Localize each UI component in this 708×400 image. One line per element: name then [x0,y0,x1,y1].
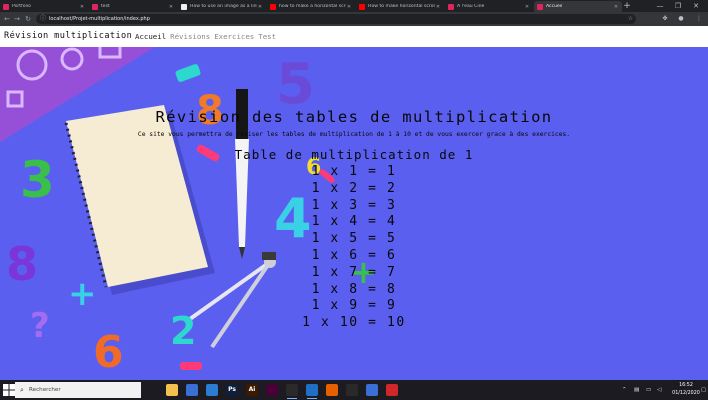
table-row: 1 x 9 = 9 [311,298,397,314]
nav-link-accueil[interactable]: Accueil [135,26,166,47]
photoshop-label: Ps [228,386,236,393]
nav-link-exercices[interactable]: Exercices [214,26,254,47]
forward-icon[interactable]: → [12,14,22,24]
bookmark-star-icon[interactable]: ☆ [628,14,633,24]
nav-link-test[interactable]: Test [258,26,276,47]
tab-close-icon[interactable]: ✕ [613,4,619,10]
tab-close-icon[interactable]: ✕ [435,4,441,10]
browser-menu-icon[interactable]: ⋮ [694,14,704,24]
browser-tab[interactable]: test ✕ [89,1,177,12]
back-icon[interactable]: ← [2,14,12,24]
file-explorer-icon[interactable] [166,384,178,396]
profile-icon[interactable]: ● [676,14,686,24]
site-nav: Accueil Révisions Exercices Test [135,26,276,47]
table-title: Table de multiplication de 1 [234,147,474,162]
tab-favicon [181,3,187,10]
table-row: 1 x 5 = 5 [311,231,397,247]
tab-title: How to make horizontal scroll in... [368,4,435,9]
browser-tab[interactable]: How to make horizontal scroll in... ✕ [356,1,444,12]
browser-tab[interactable]: how to make a horizontal scroll in... ✕ [267,1,355,12]
minimize-icon[interactable]: — [652,0,668,12]
photos-icon[interactable] [366,384,378,396]
site-header: Révision multiplication Accueil Révision… [0,26,708,47]
search-placeholder: Rechercher [29,387,61,393]
table-row: 1 x 3 = 3 [311,197,397,213]
table-row: 1 x 2 = 2 [311,180,397,196]
microsoft-store-icon[interactable] [186,384,198,396]
tab-favicon [448,3,454,10]
tab-favicon [270,3,276,10]
browser-tab[interactable]: How to use an image as a link in... ✕ [178,1,266,12]
illustrator-icon[interactable]: Ai [246,384,258,396]
table-row: 1 x 7 = 7 [311,264,397,280]
tab-title: test [101,4,110,9]
tab-favicon [359,3,365,10]
tab-title: How to use an image as a link in... [190,4,257,9]
windows-start-icon[interactable] [3,384,15,396]
main-content: Révision des tables de multiplication Ce… [0,47,708,380]
tab-close-icon[interactable]: ✕ [524,4,530,10]
tray-chevron-icon[interactable]: ⌃ [622,384,627,396]
browser-toolbar: ← → ↻ ⓘ localhost/Projet-multiplication/… [0,12,708,26]
close-window-icon[interactable]: ✕ [688,0,704,12]
tab-close-icon[interactable]: ✕ [346,4,352,10]
reload-icon[interactable]: ↻ [23,14,33,24]
tab-close-icon[interactable]: ✕ [257,4,263,10]
clock-time: 16:52 [679,383,693,388]
page-intro: Ce site vous permettra de réviser les ta… [137,131,571,138]
tab-title: Portfolio [12,4,31,9]
multiplication-table: 1 x 1 = 1 1 x 2 = 2 1 x 3 = 3 1 x 4 = 4 … [0,164,708,332]
windows-taskbar: ⌕ Rechercher Ps Ai ⌃ ▤ ▭ ◁ 16:52 01/12/2… [0,380,708,400]
browser-tab[interactable]: A l'eau Ciné ✕ [445,1,533,12]
battery-icon[interactable]: ▭ [646,384,651,396]
search-icon: ⌕ [20,386,24,394]
app-icon[interactable] [386,384,398,396]
illustrator-label: Ai [248,386,256,393]
address-url: localhost/Projet-multiplication/index.ph… [49,16,150,22]
page-title: Révision des tables de multiplication [155,108,553,126]
browser-tab[interactable]: Accueil ✕ [534,1,622,12]
browser-tab[interactable]: Portfolio ✕ [0,1,88,12]
taskbar-clock[interactable]: 16:52 01/12/2020 [672,382,700,398]
tab-favicon [3,3,9,10]
network-icon[interactable]: ▤ [634,384,639,396]
media-player-icon[interactable] [346,384,358,396]
page-content: 5 8 3 8 ? 6 2 4 6 + + Révision des table… [0,47,708,380]
tab-close-icon[interactable]: ✕ [79,4,85,10]
maximize-icon[interactable]: ❐ [670,0,686,12]
tab-favicon [92,3,98,10]
volume-icon[interactable]: ◁ [657,384,661,396]
photoshop-icon[interactable]: Ps [226,384,238,396]
clock-date: 01/12/2020 [672,391,700,396]
taskbar-search-input[interactable]: ⌕ Rechercher [15,382,141,398]
table-row: 1 x 8 = 8 [311,281,397,297]
tab-title: how to make a horizontal scroll in... [279,4,346,9]
table-row: 1 x 1 = 1 [311,164,397,179]
tab-close-icon[interactable]: ✕ [168,4,174,10]
browser-tab-strip: Portfolio ✕ test ✕ How to use an image a… [0,0,708,12]
tab-title: A l'eau Ciné [457,4,485,9]
tab-favicon [537,3,543,10]
address-bar[interactable]: ⓘ localhost/Projet-multiplication/index.… [36,14,636,24]
vscode-icon[interactable] [306,384,318,399]
tab-title: Accueil [546,4,563,9]
new-tab-icon[interactable]: + [622,0,632,12]
task-view-icon[interactable] [146,384,158,396]
table-row: 1 x 6 = 6 [311,247,397,263]
table-row: 1 x 10 = 10 [302,315,406,331]
chrome-icon[interactable] [286,384,298,399]
extensions-icon[interactable]: ✤ [660,14,670,24]
xd-icon[interactable] [266,384,278,396]
mail-icon[interactable] [206,384,218,396]
nav-link-revisions[interactable]: Révisions [170,26,210,47]
notifications-icon[interactable]: ▢ [701,384,706,396]
firefox-icon[interactable] [326,384,338,396]
site-info-icon[interactable]: ⓘ [40,14,46,24]
table-row: 1 x 4 = 4 [311,214,397,230]
site-brand: Révision multiplication [4,31,133,41]
